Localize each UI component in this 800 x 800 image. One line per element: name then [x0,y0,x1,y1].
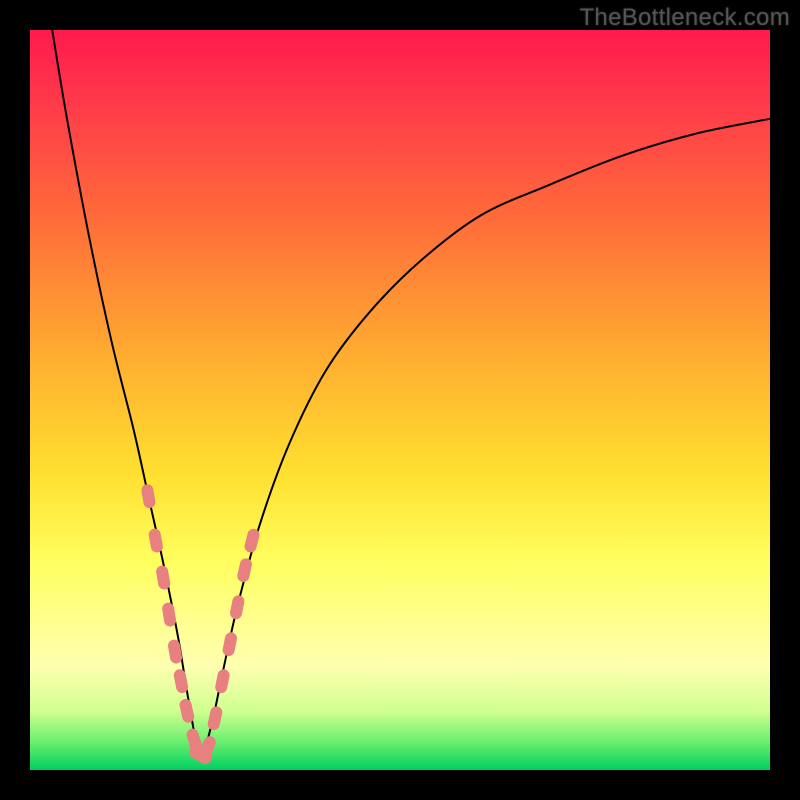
curve-marker [222,631,238,657]
curve-marker [214,668,230,694]
curve-marker [236,557,253,583]
bottleneck-curve [52,30,770,756]
curve-marker [207,705,224,731]
curve-marker [141,483,157,509]
curve-marker [167,639,183,665]
curve-marker [148,528,164,554]
curve-marker [178,698,195,724]
curve-marker [155,565,171,591]
marker-group [141,483,261,766]
curve-marker [173,668,189,694]
curve-marker [161,602,177,628]
curve-marker [229,594,245,620]
watermark-text: TheBottleneck.com [579,4,790,32]
curve-marker [243,528,260,554]
chart-svg [30,30,770,770]
chart-area [30,30,770,770]
